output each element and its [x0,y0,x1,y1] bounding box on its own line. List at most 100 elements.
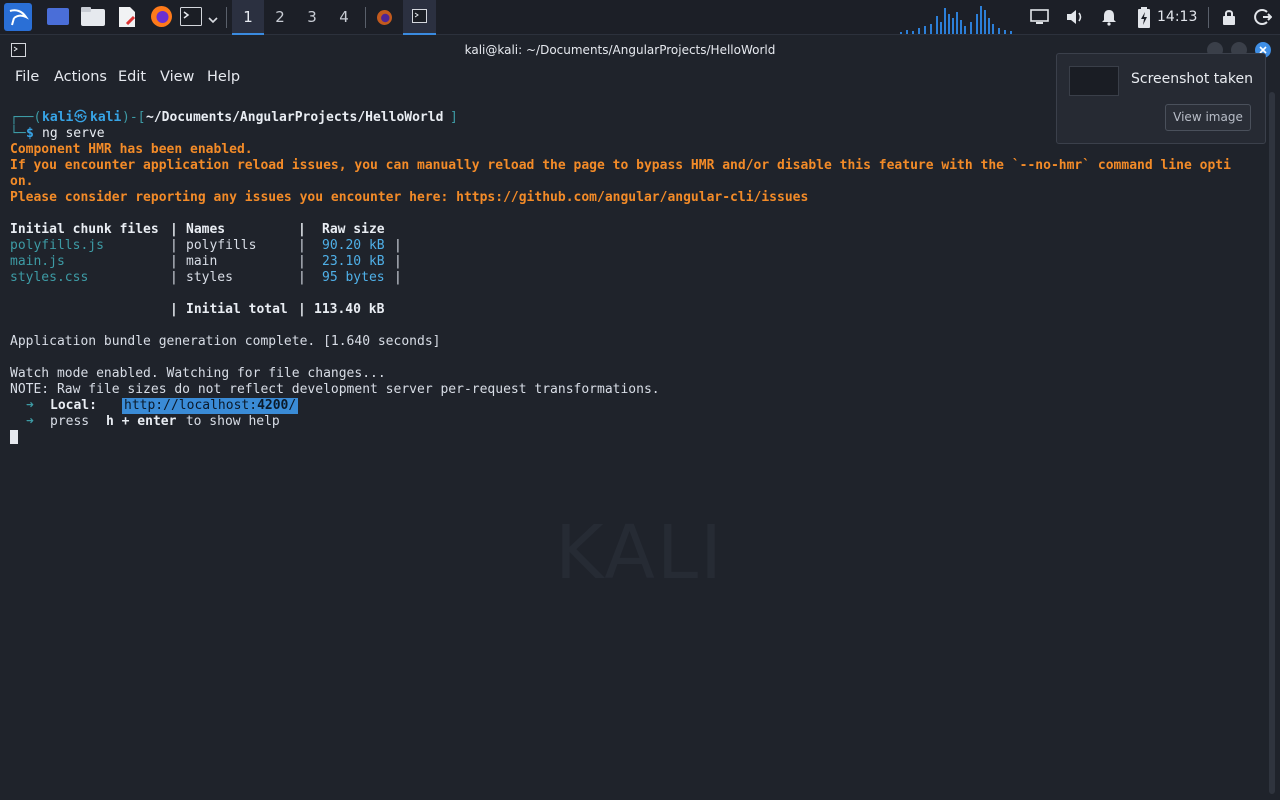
local-url-line: ➜ Local: http://localhost:4200/ [10,398,299,414]
display-icon[interactable] [1030,9,1049,25]
table-header: Initial chunk files | Names | Raw size [10,222,385,238]
local-label: Local: [50,398,97,413]
terminal-window-button[interactable] [403,0,436,35]
clock[interactable]: 14:13 [1157,0,1197,35]
table-divider: | [170,222,178,237]
total-value: 113.40 kB [314,302,385,317]
table-divider: | [298,222,306,237]
workspace-1[interactable]: 1 [232,0,264,35]
table-total-row: | Initial total | 113.40 kB [10,302,384,318]
row-size: 23.10 kB [322,254,385,269]
menu-actions[interactable]: Actions [54,69,107,85]
table-divider: | [394,254,402,269]
workspace-2[interactable]: 2 [264,0,296,35]
total-label: Initial total [186,302,288,317]
watch-message: Watch mode enabled. Watching for file ch… [10,366,386,381]
local-url-prefix: http://localhost: [124,398,258,413]
warning-line: If you encounter application reload issu… [10,158,1231,173]
window-title: kali@kali: ~/Documents/AngularProjects/H… [464,43,776,57]
row-name: main [186,254,218,269]
panel-separator [1208,7,1209,28]
note-message: NOTE: Raw file sizes do not reflect deve… [10,382,660,397]
desktop-icon[interactable] [47,8,69,25]
row-file: main.js [10,254,65,269]
warning-line: on. [10,174,34,189]
arrow-icon: ➜ [26,398,34,413]
menu-view[interactable]: View [160,69,194,85]
row-size: 90.20 kB [322,238,385,253]
volume-icon[interactable] [1065,8,1085,26]
header-size: Raw size [322,222,385,237]
panel-separator [365,7,366,28]
row-name: styles [186,270,233,285]
prompt-line: ┌──( kali ㉿ kali )-[ ~/Documents/Angular… [10,110,458,126]
kali-menu-icon[interactable] [4,3,32,31]
terminal-cursor [10,430,18,444]
scrollbar-thumb[interactable] [1269,92,1275,794]
firefox-window-icon[interactable] [376,9,393,26]
table-divider: | [170,270,178,285]
table-divider: | [170,238,178,253]
local-url-port: 4200 [257,398,289,413]
workspace-3[interactable]: 3 [296,0,328,35]
cpu-graph-icon [900,6,1012,34]
prompt-corner: ┌──( [10,110,42,125]
arrow-icon: ➜ [26,414,34,429]
scrollbar[interactable] [1268,92,1276,794]
terminal-icon[interactable] [180,7,202,26]
firefox-icon[interactable] [150,5,173,28]
prompt-host: kali [90,110,122,125]
command-text: ng serve [42,126,105,141]
terminal-window-icon [412,9,427,23]
row-size: 95 bytes [322,270,385,285]
battery-charging-icon[interactable] [1135,6,1153,29]
warning-line: Please consider reporting any issues you… [10,190,809,205]
prompt-bracket-close: ] [450,110,458,125]
workspace-4[interactable]: 4 [328,0,360,35]
header-files: Initial chunk files [10,222,159,237]
table-divider: | [298,302,306,317]
prompt-corner-bottom: └─ [10,126,26,141]
table-divider: | [298,238,306,253]
text-editor-icon[interactable] [117,6,137,28]
table-row: polyfills.js | polyfills | 90.20 kB | [10,238,402,254]
file-manager-icon[interactable] [81,7,105,26]
prompt-at: ㉿ [74,110,88,125]
help-line: ➜ press h + enter to show help [10,414,280,430]
bundle-message: Application bundle generation complete. … [10,334,441,349]
menu-edit[interactable]: Edit [118,69,146,85]
local-url-link[interactable]: http://localhost:4200/ [122,398,299,414]
prompt-user: kali [42,110,74,125]
row-name: polyfills [186,238,257,253]
terminal-output[interactable]: ┌──( kali ㉿ kali )-[ ~/Documents/Angular… [0,104,1268,794]
notification-title: Screenshot taken [1131,71,1253,87]
help-key: h + enter [106,414,177,429]
table-divider: | [394,270,402,285]
table-divider: | [394,238,402,253]
warning-line: Component HMR has been enabled. [10,142,253,157]
table-divider: | [298,270,306,285]
table-divider: | [170,254,178,269]
menu-help[interactable]: Help [207,69,240,85]
top-panel: 1 2 3 4 14:13 [0,0,1280,35]
panel-separator [226,7,227,28]
prompt-path: ~/Documents/AngularProjects/HelloWorld [146,110,444,125]
help-prefix: press [50,414,97,429]
table-row: main.js | main | 23.10 kB | [10,254,402,270]
view-image-button[interactable]: View image [1165,104,1251,131]
table-divider: | [170,302,178,317]
header-names: Names [186,222,226,237]
table-row: styles.css | styles | 95 bytes | [10,270,402,286]
table-divider: | [298,254,306,269]
bell-icon[interactable] [1100,8,1118,26]
help-suffix: to show help [178,414,280,429]
screenshot-thumbnail [1069,66,1119,96]
local-url-suffix: / [288,398,297,413]
logout-icon[interactable] [1254,8,1272,26]
menu-file[interactable]: File [15,69,39,85]
row-file: polyfills.js [10,238,104,253]
chevron-down-icon[interactable] [207,11,219,24]
screenshot-notification[interactable]: Screenshot taken View image [1056,53,1266,144]
lock-icon[interactable] [1221,8,1237,26]
prompt-dollar: $ [26,126,34,141]
